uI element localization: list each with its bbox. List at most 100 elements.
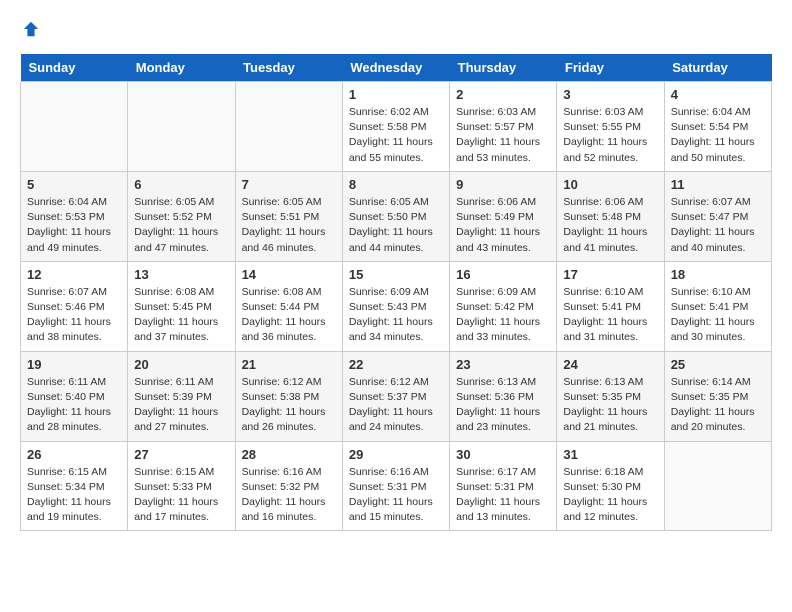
calendar-cell: 27 Sunrise: 6:15 AM Sunset: 5:33 PM Dayli… [128, 441, 235, 531]
calendar-week-row: 19 Sunrise: 6:11 AM Sunset: 5:40 PM Dayli… [21, 351, 772, 441]
day-info: Sunrise: 6:16 AM Sunset: 5:32 PM Dayligh… [242, 465, 336, 526]
calendar-cell: 20 Sunrise: 6:11 AM Sunset: 5:39 PM Dayli… [128, 351, 235, 441]
day-number: 12 [27, 267, 121, 282]
day-number: 10 [563, 177, 657, 192]
day-number: 17 [563, 267, 657, 282]
day-number: 14 [242, 267, 336, 282]
day-info: Sunrise: 6:11 AM Sunset: 5:40 PM Dayligh… [27, 375, 121, 436]
day-number: 13 [134, 267, 228, 282]
day-number: 25 [671, 357, 765, 372]
logo [20, 20, 40, 38]
calendar-cell: 29 Sunrise: 6:16 AM Sunset: 5:31 PM Dayli… [342, 441, 449, 531]
day-info: Sunrise: 6:12 AM Sunset: 5:37 PM Dayligh… [349, 375, 443, 436]
day-info: Sunrise: 6:08 AM Sunset: 5:45 PM Dayligh… [134, 285, 228, 346]
day-info: Sunrise: 6:10 AM Sunset: 5:41 PM Dayligh… [563, 285, 657, 346]
calendar-cell: 3Sunrise: 6:03 AM Sunset: 5:55 PM Daylig… [557, 82, 664, 172]
day-info: Sunrise: 6:10 AM Sunset: 5:41 PM Dayligh… [671, 285, 765, 346]
calendar-cell [664, 441, 771, 531]
day-number: 7 [242, 177, 336, 192]
calendar-cell [235, 82, 342, 172]
day-number: 29 [349, 447, 443, 462]
calendar-cell: 7 Sunrise: 6:05 AM Sunset: 5:51 PM Daylig… [235, 171, 342, 261]
calendar-cell: 28 Sunrise: 6:16 AM Sunset: 5:32 PM Dayli… [235, 441, 342, 531]
day-info: Sunrise: 6:09 AM Sunset: 5:43 PM Dayligh… [349, 285, 443, 346]
day-number: 5 [27, 177, 121, 192]
calendar-cell: 8 Sunrise: 6:05 AM Sunset: 5:50 PM Daylig… [342, 171, 449, 261]
calendar-cell: 23Sunrise: 6:13 AM Sunset: 5:36 PM Dayli… [450, 351, 557, 441]
day-info: Sunrise: 6:15 AM Sunset: 5:34 PM Dayligh… [27, 465, 121, 526]
calendar-cell: 15 Sunrise: 6:09 AM Sunset: 5:43 PM Dayli… [342, 261, 449, 351]
calendar-week-row: 26 Sunrise: 6:15 AM Sunset: 5:34 PM Dayli… [21, 441, 772, 531]
day-number: 4 [671, 87, 765, 102]
calendar-week-row: 1 Sunrise: 6:02 AM Sunset: 5:58 PM Daylig… [21, 82, 772, 172]
day-info: Sunrise: 6:05 AM Sunset: 5:50 PM Dayligh… [349, 195, 443, 256]
day-info: Sunrise: 6:11 AM Sunset: 5:39 PM Dayligh… [134, 375, 228, 436]
calendar-cell [21, 82, 128, 172]
day-info: Sunrise: 6:06 AM Sunset: 5:48 PM Dayligh… [563, 195, 657, 256]
calendar-cell: 25 Sunrise: 6:14 AM Sunset: 5:35 PM Dayli… [664, 351, 771, 441]
day-info: Sunrise: 6:05 AM Sunset: 5:51 PM Dayligh… [242, 195, 336, 256]
calendar-table: SundayMondayTuesdayWednesdayThursdayFrid… [20, 54, 772, 531]
day-number: 20 [134, 357, 228, 372]
day-number: 18 [671, 267, 765, 282]
day-info: Sunrise: 6:18 AM Sunset: 5:30 PM Dayligh… [563, 465, 657, 526]
day-number: 19 [27, 357, 121, 372]
day-number: 23 [456, 357, 550, 372]
day-number: 27 [134, 447, 228, 462]
day-number: 2 [456, 87, 550, 102]
weekday-header: Tuesday [235, 54, 342, 82]
calendar-cell: 11 Sunrise: 6:07 AM Sunset: 5:47 PM Dayli… [664, 171, 771, 261]
day-info: Sunrise: 6:08 AM Sunset: 5:44 PM Dayligh… [242, 285, 336, 346]
calendar-cell: 16 Sunrise: 6:09 AM Sunset: 5:42 PM Dayli… [450, 261, 557, 351]
calendar-cell: 21 Sunrise: 6:12 AM Sunset: 5:38 PM Dayli… [235, 351, 342, 441]
calendar-cell: 2 Sunrise: 6:03 AM Sunset: 5:57 PM Daylig… [450, 82, 557, 172]
calendar-cell: 18 Sunrise: 6:10 AM Sunset: 5:41 PM Dayli… [664, 261, 771, 351]
day-info: Sunrise: 6:04 AM Sunset: 5:53 PM Dayligh… [27, 195, 121, 256]
day-info: Sunrise: 6:15 AM Sunset: 5:33 PM Dayligh… [134, 465, 228, 526]
weekday-header: Wednesday [342, 54, 449, 82]
day-info: Sunrise: 6:05 AM Sunset: 5:52 PM Dayligh… [134, 195, 228, 256]
day-number: 15 [349, 267, 443, 282]
calendar-cell: 9 Sunrise: 6:06 AM Sunset: 5:49 PM Daylig… [450, 171, 557, 261]
day-number: 22 [349, 357, 443, 372]
day-info: Sunrise: 6:14 AM Sunset: 5:35 PM Dayligh… [671, 375, 765, 436]
day-number: 8 [349, 177, 443, 192]
calendar-cell: 6 Sunrise: 6:05 AM Sunset: 5:52 PM Daylig… [128, 171, 235, 261]
day-number: 1 [349, 87, 443, 102]
day-info: Sunrise: 6:03 AM Sunset: 5:57 PM Dayligh… [456, 105, 550, 166]
day-number: 30 [456, 447, 550, 462]
day-info: Sunrise: 6:09 AM Sunset: 5:42 PM Dayligh… [456, 285, 550, 346]
day-info: Sunrise: 6:12 AM Sunset: 5:38 PM Dayligh… [242, 375, 336, 436]
weekday-header: Friday [557, 54, 664, 82]
day-number: 28 [242, 447, 336, 462]
day-number: 11 [671, 177, 765, 192]
weekday-header: Monday [128, 54, 235, 82]
calendar-week-row: 5 Sunrise: 6:04 AM Sunset: 5:53 PM Daylig… [21, 171, 772, 261]
day-info: Sunrise: 6:02 AM Sunset: 5:58 PM Dayligh… [349, 105, 443, 166]
day-info: Sunrise: 6:07 AM Sunset: 5:46 PM Dayligh… [27, 285, 121, 346]
day-number: 16 [456, 267, 550, 282]
calendar-body: 1 Sunrise: 6:02 AM Sunset: 5:58 PM Daylig… [21, 82, 772, 531]
calendar-cell: 31Sunrise: 6:18 AM Sunset: 5:30 PM Dayli… [557, 441, 664, 531]
day-info: Sunrise: 6:17 AM Sunset: 5:31 PM Dayligh… [456, 465, 550, 526]
weekday-header: Sunday [21, 54, 128, 82]
day-number: 26 [27, 447, 121, 462]
calendar-cell: 1 Sunrise: 6:02 AM Sunset: 5:58 PM Daylig… [342, 82, 449, 172]
day-info: Sunrise: 6:07 AM Sunset: 5:47 PM Dayligh… [671, 195, 765, 256]
calendar-cell: 5 Sunrise: 6:04 AM Sunset: 5:53 PM Daylig… [21, 171, 128, 261]
day-info: Sunrise: 6:06 AM Sunset: 5:49 PM Dayligh… [456, 195, 550, 256]
day-number: 24 [563, 357, 657, 372]
day-number: 21 [242, 357, 336, 372]
calendar-cell: 24 Sunrise: 6:13 AM Sunset: 5:35 PM Dayli… [557, 351, 664, 441]
day-number: 9 [456, 177, 550, 192]
calendar-header: SundayMondayTuesdayWednesdayThursdayFrid… [21, 54, 772, 82]
calendar-cell: 19 Sunrise: 6:11 AM Sunset: 5:40 PM Dayli… [21, 351, 128, 441]
day-number: 6 [134, 177, 228, 192]
calendar-cell: 10 Sunrise: 6:06 AM Sunset: 5:48 PM Dayli… [557, 171, 664, 261]
calendar-cell: 4Sunrise: 6:04 AM Sunset: 5:54 PM Daylig… [664, 82, 771, 172]
logo-icon [22, 20, 40, 38]
day-info: Sunrise: 6:13 AM Sunset: 5:35 PM Dayligh… [563, 375, 657, 436]
calendar-cell: 17 Sunrise: 6:10 AM Sunset: 5:41 PM Dayli… [557, 261, 664, 351]
calendar-cell: 30 Sunrise: 6:17 AM Sunset: 5:31 PM Dayli… [450, 441, 557, 531]
day-info: Sunrise: 6:16 AM Sunset: 5:31 PM Dayligh… [349, 465, 443, 526]
